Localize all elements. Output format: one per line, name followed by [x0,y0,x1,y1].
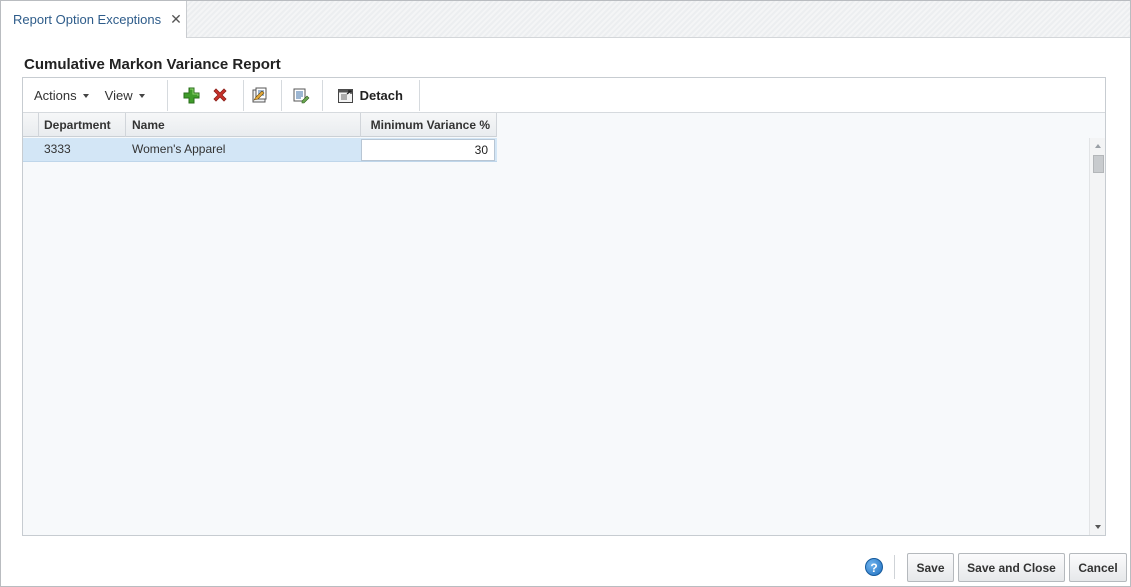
view-menu-label[interactable]: View [105,88,133,103]
table-header-row: Department Name Minimum Variance % [23,113,497,137]
close-icon[interactable]: ✕ [170,11,182,28]
column-header-department[interactable]: Department [39,113,126,137]
toolbar-divider [242,79,244,111]
toolbar-divider [280,79,282,111]
chevron-down-icon[interactable] [138,93,145,98]
save-button[interactable]: Save [907,553,954,582]
tab-report-option-exceptions[interactable]: Report Option Exceptions ✕ [1,1,187,38]
scroll-thumb[interactable] [1093,155,1104,173]
tab-label[interactable]: Report Option Exceptions [13,12,161,27]
column-header-minimum-variance[interactable]: Minimum Variance % [361,113,497,137]
column-header-name[interactable]: Name [126,113,361,137]
detach-label[interactable]: Detach [360,88,403,103]
tab-strip: Report Option Exceptions ✕ [1,1,1130,38]
add-icon[interactable] [181,84,203,106]
delete-icon[interactable] [209,84,231,106]
table-row[interactable]: 3333 Women's Apparel 30 [23,138,497,162]
minimum-variance-input[interactable]: 30 [361,139,495,161]
actions-menu-label[interactable]: Actions [34,88,77,103]
scroll-down-icon[interactable] [1095,525,1101,529]
row-selector-header [23,113,39,137]
view-menu[interactable]: View [105,88,145,103]
data-table: Department Name Minimum Variance % 3333 … [23,113,1105,535]
detach-icon[interactable] [337,87,354,104]
page-title: Cumulative Markon Variance Report [24,56,281,73]
cancel-button[interactable]: Cancel [1069,553,1127,582]
edit-icon[interactable] [249,84,271,106]
help-icon[interactable]: ? [865,558,883,576]
name-cell: Women's Apparel [132,142,226,156]
toolbar-divider [321,79,323,111]
scroll-up-icon[interactable] [1095,144,1101,148]
actions-menu[interactable]: Actions [34,88,89,103]
toolbar-divider [418,79,420,111]
footer-divider [894,555,895,579]
detach-button[interactable]: Detach [337,87,403,104]
table-toolbar: Actions View Detach [23,78,1105,113]
mass-update-icon[interactable] [290,84,312,106]
toolbar-divider [166,79,168,111]
vertical-scrollbar[interactable] [1089,138,1105,535]
save-and-close-button[interactable]: Save and Close [958,553,1065,582]
chevron-down-icon[interactable] [82,93,89,98]
department-cell: 3333 [44,142,71,156]
table-panel: Actions View Detach Department Name Mini… [22,77,1106,536]
